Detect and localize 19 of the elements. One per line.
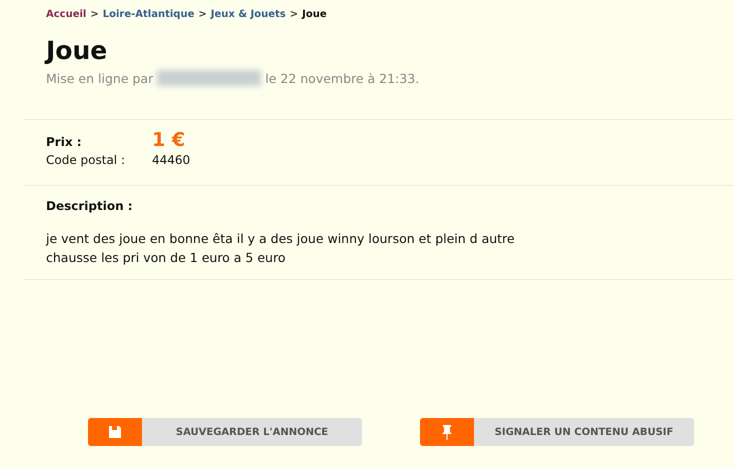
breadcrumb-current: Joue xyxy=(302,9,327,20)
breadcrumb-separator: > xyxy=(290,9,298,20)
detail-value: 44460 xyxy=(152,153,190,167)
posted-by-label: Mise en ligne par xyxy=(46,70,154,86)
ad-title: Joue xyxy=(46,36,108,66)
breadcrumb-link[interactable]: Jeux & Jouets xyxy=(210,9,286,20)
save-ad-button[interactable]: SAUVEGARDER L'ANNONCE xyxy=(88,418,362,446)
breadcrumb-link[interactable]: Accueil xyxy=(46,9,86,20)
description-text: je vent des joue en bonne êta il y a des joue winny lourson et plein d autre chausse les pri von de 1 euro a 5 euro xyxy=(46,230,516,267)
report-button[interactable]: SIGNALER UN CONTENU ABUSIF xyxy=(420,418,694,446)
detail-label: Prix : xyxy=(46,135,83,149)
pushpin-icon xyxy=(442,424,452,440)
breadcrumb-separator: > xyxy=(198,9,207,20)
breadcrumb-link[interactable]: Loire-Atlantique xyxy=(102,9,194,20)
description-label: Description : xyxy=(46,199,134,213)
detail-label: Code postal : xyxy=(46,153,126,167)
breadcrumb-separator: > xyxy=(90,9,99,20)
posted-date: le 22 novembre à 21:33. xyxy=(265,70,420,86)
price-value: 1 € xyxy=(152,129,186,151)
